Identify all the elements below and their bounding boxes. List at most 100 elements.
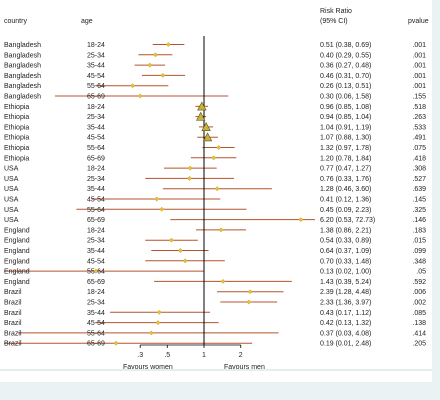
x-tick-label: 1 [202, 352, 206, 359]
row-country-label: Brazil [4, 320, 22, 327]
point-estimate-marker [153, 52, 158, 58]
row-age-label: 55-64 [87, 145, 105, 152]
row-rr-ci-label: 0.96 (0.85, 1.08) [320, 104, 371, 111]
row-country-label: USA [4, 217, 19, 224]
point-estimate-marker [130, 83, 135, 89]
row-country-label: Ethiopia [4, 135, 29, 142]
x-tick-label: 2 [239, 352, 243, 359]
row-age-label: 65-69 [87, 94, 105, 101]
row-pvalue-label: .348 [412, 258, 426, 265]
row-age-label: 65-69 [87, 279, 105, 286]
row-age-label: 18-24 [87, 42, 105, 49]
row-age-label: 45-54 [87, 320, 105, 327]
row-rr-ci-label: 1.07 (0.88, 1.30) [320, 135, 371, 142]
row-rr-ci-label: 2.39 (1.28, 4.48) [320, 289, 371, 296]
point-estimate-marker [187, 165, 193, 171]
row-age-label: 55-64 [87, 207, 105, 214]
row-pvalue-label: .308 [412, 166, 426, 173]
row-rr-ci-label: 0.37 (0.03, 4.08) [320, 330, 371, 337]
row-pvalue-label: .263 [412, 114, 426, 121]
point-estimate-marker [137, 93, 143, 99]
row-age-label: 18-24 [87, 104, 105, 111]
point-estimate-marker [113, 340, 119, 346]
favours-men-label: Favours men [224, 364, 265, 371]
row-rr-ci-label: 0.77 (0.47, 1.27) [320, 166, 371, 173]
row-rr-ci-label: 1.32 (0.97, 1.78) [320, 145, 371, 152]
row-pvalue-label: .533 [412, 124, 426, 131]
row-rr-ci-label: 0.51 (0.38, 0.69) [320, 42, 371, 49]
x-tick-label: .3 [137, 352, 143, 359]
row-rr-ci-label: 6.20 (0.53, 72.73) [320, 217, 375, 224]
row-rr-ci-label: 1.20 (0.78, 1.84) [320, 155, 371, 162]
row-age-label: 18-24 [87, 166, 105, 173]
point-estimate-marker [211, 155, 217, 161]
row-pvalue-label: .138 [412, 320, 426, 327]
row-pvalue-label: .527 [412, 176, 426, 183]
point-estimate-marker [246, 299, 252, 305]
point-estimate-marker [156, 309, 162, 315]
bottom-margin-strip [0, 382, 440, 400]
row-rr-ci-label: 1.28 (0.46, 3.60) [320, 186, 371, 193]
row-rr-ci-label: 0.30 (0.06, 1.58) [320, 94, 371, 101]
row-age-label: 25-34 [87, 238, 105, 245]
row-country-label: Bangladesh [4, 73, 41, 80]
row-country-label: Bangladesh [4, 52, 41, 59]
point-estimate-marker [168, 237, 174, 243]
row-country-label: Brazil [4, 300, 22, 307]
row-pvalue-label: .155 [412, 94, 426, 101]
row-rr-ci-label: 0.94 (0.85, 1.04) [320, 114, 371, 121]
row-age-label: 18-24 [87, 227, 105, 234]
row-rr-ci-label: 0.70 (0.33, 1.48) [320, 258, 371, 265]
row-pvalue-label: .002 [412, 300, 426, 307]
row-pvalue-label: .518 [412, 104, 426, 111]
point-estimate-marker [155, 320, 161, 325]
row-country-label: USA [4, 176, 19, 183]
rows-layer: Bangladesh 18-24 0.51 (0.38, 0.69) .001 Bang… [4, 42, 426, 348]
row-pvalue-label: .085 [412, 310, 426, 317]
row-age-label: 35-44 [87, 124, 105, 131]
row-pvalue-label: .075 [412, 145, 426, 152]
point-estimate-marker [247, 289, 253, 295]
row-rr-ci-label: 2.33 (1.36, 3.97) [320, 300, 371, 307]
row-country-label: Bangladesh [4, 83, 41, 90]
header-pvalue: pvalue [408, 18, 429, 25]
row-country-label: Bangladesh [4, 94, 41, 101]
right-margin-strip [432, 0, 440, 400]
row-country-label: England [4, 269, 30, 276]
row-country-label: Bangladesh [4, 63, 41, 70]
ci-layer [4, 44, 315, 344]
point-estimate-marker [298, 217, 304, 222]
row-country-label: USA [4, 197, 19, 204]
forest-plot-panel: country age Risk Ratio (95% CI) pvalue B… [0, 0, 432, 382]
row-pvalue-label: .001 [412, 42, 426, 49]
x-tick-label: .5 [164, 352, 170, 359]
row-age-label: 25-34 [87, 114, 105, 121]
row-country-label: Brazil [4, 330, 22, 337]
point-estimate-marker [148, 330, 154, 336]
row-rr-ci-label: 0.54 (0.33, 0.89) [320, 238, 371, 245]
header-age: age [81, 18, 93, 25]
point-estimate-marker [159, 206, 165, 212]
row-pvalue-label: .001 [412, 63, 426, 70]
row-country-label: Ethiopia [4, 145, 29, 152]
x-axis-ticks: .3 .5 1 2 [137, 345, 243, 359]
row-country-label: Ethiopia [4, 104, 29, 111]
row-pvalue-label: .145 [412, 197, 426, 204]
point-estimate-marker [154, 196, 160, 202]
row-country-label: USA [4, 207, 19, 214]
row-pvalue-label: .05 [416, 269, 426, 276]
row-age-label: 45-54 [87, 73, 105, 80]
row-age-label: 55-64 [87, 83, 105, 90]
row-age-label: 35-44 [87, 63, 105, 70]
row-age-label: 25-34 [87, 52, 105, 59]
row-country-label: England [4, 258, 30, 265]
row-age-label: 18-24 [87, 289, 105, 296]
header-country: country [4, 18, 27, 25]
row-age-label: 45-54 [87, 135, 105, 142]
row-age-label: 65-69 [87, 155, 105, 162]
row-age-label: 45-54 [87, 197, 105, 204]
row-country-label: England [4, 238, 30, 245]
row-country-label: Ethiopia [4, 124, 29, 131]
row-rr-ci-label: 0.40 (0.29, 0.55) [320, 52, 371, 59]
row-age-label: 25-34 [87, 176, 105, 183]
